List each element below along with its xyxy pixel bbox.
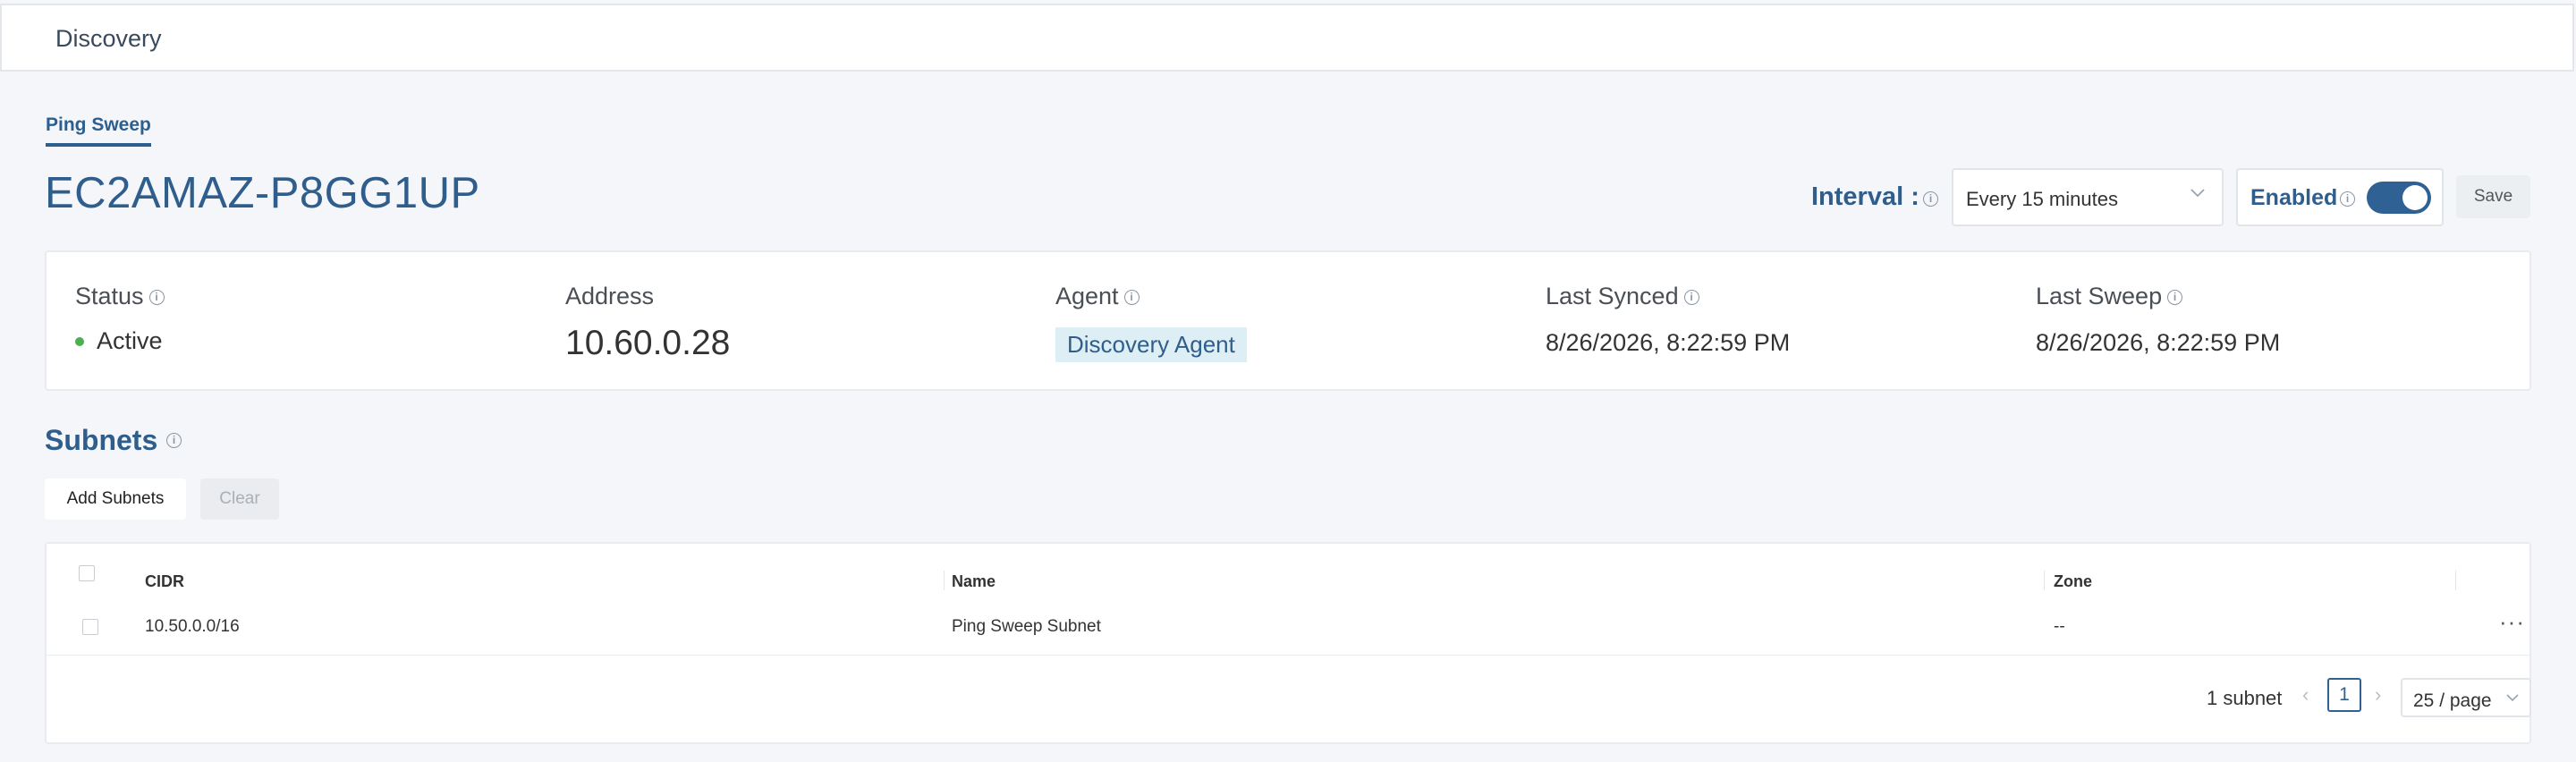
chevron-down-icon: [2190, 189, 2205, 198]
cell-zone: --: [2054, 617, 2065, 636]
select-all-checkbox[interactable]: [79, 565, 95, 581]
add-subnets-button[interactable]: Add Subnets: [45, 478, 186, 520]
cell-name: Ping Sweep Subnet: [952, 617, 1101, 636]
pagination-page-1[interactable]: 1: [2327, 678, 2361, 712]
row-divider: [47, 655, 2529, 656]
column-divider: [944, 571, 945, 590]
interval-label: Interval :: [1811, 182, 1919, 211]
address-value: 10.60.0.28: [565, 324, 731, 362]
page-size-value: 25 / page: [2413, 690, 2492, 711]
header-title: Discovery: [55, 25, 162, 52]
chevron-down-icon: [2506, 694, 2519, 702]
column-header-cidr[interactable]: CIDR: [145, 572, 184, 591]
last-sweep-value: 8/26/2026, 8:22:59 PM: [2036, 329, 2281, 356]
app-header: Discovery: [0, 4, 2574, 72]
last-synced-value: 8/26/2026, 8:22:59 PM: [1546, 329, 1791, 356]
last-synced-label: Last Synced: [1546, 283, 1679, 309]
subnets-title: Subnets: [45, 424, 158, 456]
agent-label: Agent: [1055, 283, 1119, 309]
row-checkbox[interactable]: [82, 619, 98, 635]
last-sweep-column: Last Sweep i 8/26/2026, 8:22:59 PM: [2036, 283, 2280, 356]
summary-card: Status i Active Address 10.60.0.28 Agent i…: [45, 250, 2531, 391]
column-header-name[interactable]: Name: [952, 572, 996, 591]
enabled-label: Enabled: [2250, 185, 2338, 210]
address-column: Address 10.60.0.28: [565, 283, 730, 362]
interval-select[interactable]: Every 15 minutes: [1952, 168, 2224, 226]
tab-ping-sweep[interactable]: Ping Sweep: [46, 114, 151, 147]
column-divider: [2044, 571, 2045, 590]
subnets-info-icon[interactable]: i: [166, 433, 182, 448]
last-synced-info-icon[interactable]: i: [1683, 290, 1699, 306]
agent-info-icon[interactable]: i: [1123, 290, 1140, 306]
last-synced-column: Last Synced i 8/26/2026, 8:22:59 PM: [1546, 283, 1790, 356]
pagination-count: 1 subnet: [2207, 687, 2283, 709]
status-value: Active: [75, 327, 163, 355]
chevron-right-icon[interactable]: ›: [2375, 683, 2381, 707]
column-header-zone[interactable]: Zone: [2054, 572, 2092, 591]
status-text: Active: [97, 327, 163, 354]
toggle-knob: [2402, 185, 2428, 210]
address-label: Address: [565, 283, 655, 309]
status-dot-icon: [75, 336, 84, 346]
status-info-icon[interactable]: i: [148, 290, 165, 306]
last-sweep-info-icon[interactable]: i: [2167, 290, 2183, 306]
more-horizontal-icon[interactable]: ···: [2499, 608, 2525, 636]
clear-button[interactable]: Clear: [200, 478, 279, 520]
cell-cidr: 10.50.0.0/16: [145, 617, 240, 636]
status-label: Status: [75, 283, 144, 309]
interval-info-icon[interactable]: i: [1923, 191, 1938, 207]
page-title: EC2AMAZ-P8GG1UP: [45, 169, 480, 217]
page-size-select[interactable]: 25 / page: [2401, 678, 2531, 717]
last-sweep-label: Last Sweep: [2036, 283, 2163, 309]
agent-column: Agent i Discovery Agent: [1055, 283, 1247, 362]
column-divider: [2455, 571, 2456, 590]
save-button[interactable]: Save: [2456, 175, 2530, 218]
subnets-table: CIDR Name Zone 10.50.0.0/16 Ping Sweep S…: [45, 542, 2531, 744]
status-column: Status i Active: [75, 283, 165, 354]
enabled-toggle[interactable]: [2367, 182, 2431, 214]
chevron-left-icon[interactable]: ‹: [2302, 683, 2309, 707]
enabled-control: Enabled i: [2236, 168, 2444, 226]
interval-select-value: Every 15 minutes: [1966, 188, 2118, 210]
agent-tag[interactable]: Discovery Agent: [1055, 327, 1247, 362]
enabled-info-icon[interactable]: i: [2340, 191, 2355, 207]
